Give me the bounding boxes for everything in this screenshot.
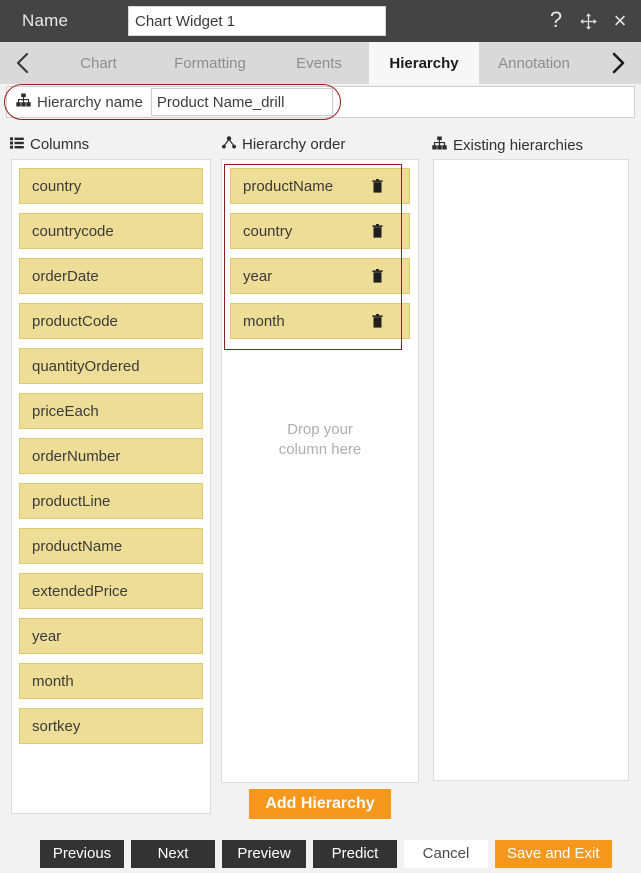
tabs-scroll-area: Chart Formatting Events Hierarchy Annota… [46, 42, 595, 84]
column-chip[interactable]: year [19, 618, 203, 654]
help-icon[interactable]: ? [543, 8, 569, 34]
previous-button[interactable]: Previous [40, 840, 124, 868]
trash-icon[interactable] [372, 269, 383, 283]
hierarchy-order-list: productName country year [221, 159, 419, 783]
list-icon [10, 136, 24, 153]
hierarchy-order-item-label: productName [243, 178, 333, 195]
column-chip[interactable]: month [19, 663, 203, 699]
column-chip[interactable]: quantityOrdered [19, 348, 203, 384]
columns-list: country countrycode orderDate productCod… [11, 159, 211, 814]
close-x-icon[interactable]: × [607, 8, 633, 34]
hierarchy-icon [16, 93, 31, 111]
tab-chart[interactable]: Chart [46, 42, 151, 84]
column-chip[interactable]: sortkey [19, 708, 203, 744]
hierarchy-order-item[interactable]: month [230, 303, 410, 339]
tab-formatting[interactable]: Formatting [151, 42, 269, 84]
widget-name-input[interactable] [128, 6, 386, 36]
dialog-titlebar: Name ? × [0, 0, 641, 42]
column-chip[interactable]: productLine [19, 483, 203, 519]
trash-icon[interactable] [372, 314, 383, 328]
hierarchy-name-label-text: Hierarchy name [37, 94, 143, 111]
column-chip[interactable]: country [19, 168, 203, 204]
hierarchy-order-item-label: country [243, 223, 292, 240]
trash-icon[interactable] [372, 224, 383, 238]
tabs-scroll-right-icon[interactable] [595, 42, 641, 84]
hierarchy-name-row: Hierarchy name [6, 86, 635, 118]
column-chip[interactable]: orderNumber [19, 438, 203, 474]
dialog-footer: Previous Next Preview Predict Cancel Sav… [0, 834, 641, 873]
hierarchy-name-input[interactable] [151, 88, 333, 116]
tab-bar: Chart Formatting Events Hierarchy Annota… [0, 42, 641, 84]
name-label: Name [22, 11, 68, 31]
save-and-exit-button[interactable]: Save and Exit [495, 840, 612, 868]
columns-heading-text: Columns [30, 136, 89, 153]
column-chip[interactable]: productCode [19, 303, 203, 339]
widget-configuration-dialog: Name ? × [0, 0, 641, 873]
column-chip[interactable]: orderDate [19, 258, 203, 294]
existing-hierarchies-panel[interactable] [433, 159, 629, 781]
hierarchy-order-item[interactable]: country [230, 213, 410, 249]
hierarchy-order-heading: Hierarchy order [222, 136, 345, 153]
hierarchy-name-label: Hierarchy name [7, 93, 151, 111]
existing-hierarchies-heading: Existing hierarchies [432, 136, 583, 154]
preview-button[interactable]: Preview [222, 840, 306, 868]
cancel-button[interactable]: Cancel [404, 840, 488, 868]
add-hierarchy-button[interactable]: Add Hierarchy [249, 789, 391, 819]
existing-hierarchies-heading-text: Existing hierarchies [453, 137, 583, 154]
column-chip[interactable]: priceEach [19, 393, 203, 429]
column-chip[interactable]: countrycode [19, 213, 203, 249]
hierarchy-icon [432, 136, 447, 154]
tab-events[interactable]: Events [269, 42, 369, 84]
hierarchy-order-item[interactable]: year [230, 258, 410, 294]
tabs-scroll-left-icon[interactable] [0, 42, 46, 84]
predict-button[interactable]: Predict [313, 840, 397, 868]
column-chip[interactable]: productName [19, 528, 203, 564]
column-chip[interactable]: extendedPrice [19, 573, 203, 609]
trash-icon[interactable] [372, 179, 383, 193]
titlebar-icon-group: ? × [543, 0, 633, 42]
columns-heading: Columns [10, 136, 89, 153]
branch-icon [222, 136, 236, 153]
tab-annotation[interactable]: Annotation [479, 42, 589, 84]
hierarchy-order-item-label: month [243, 313, 285, 330]
move-arrows-icon[interactable] [575, 8, 601, 34]
next-button[interactable]: Next [131, 840, 215, 868]
tab-hierarchy[interactable]: Hierarchy [369, 42, 479, 84]
hierarchy-order-item-label: year [243, 268, 272, 285]
hierarchy-order-heading-text: Hierarchy order [242, 136, 345, 153]
hierarchy-order-item[interactable]: productName [230, 168, 410, 204]
